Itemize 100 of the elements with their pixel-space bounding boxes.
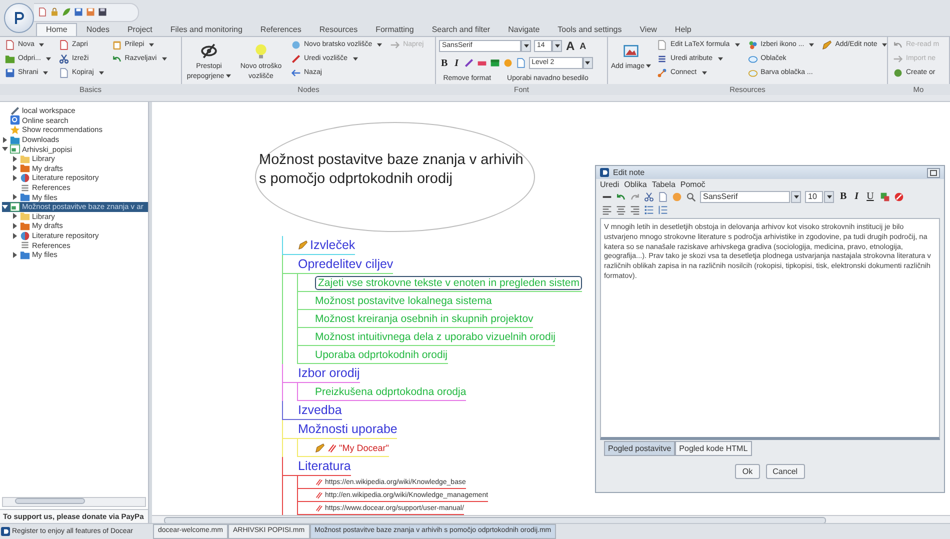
note-text-area[interactable] [600,218,940,440]
editor-tab[interactable]: Pogled kode HTML [675,441,752,456]
collapsed-icon[interactable] [12,165,18,172]
ribbon-tab[interactable]: Nodes [77,24,118,36]
style-button[interactable]: U [864,191,876,202]
size-select[interactable]: 10 [805,190,823,202]
list-icon [657,54,668,64]
cloud-icon [748,68,758,78]
star-icon [10,124,20,135]
dialog-button[interactable]: Ok [735,464,760,479]
collapsed-icon[interactable] [12,174,18,181]
application-button[interactable] [4,3,34,33]
map-node[interactable]: Izvedba [283,401,342,420]
forward-icon [390,40,400,50]
copy-icon[interactable] [658,192,668,202]
search-icon[interactable] [686,192,696,202]
map-node[interactable]: Opredelitev ciljev [283,255,394,274]
pen-icon [10,106,20,116]
dropdown-button[interactable] [582,57,593,69]
scissors-icon[interactable] [644,192,654,202]
font-select[interactable]: SansSerif [700,190,790,202]
numbered-list-icon[interactable] [658,204,668,214]
document-icon[interactable] [38,7,47,18]
link-icon [327,442,337,452]
scrollbar[interactable] [2,497,146,507]
style-button[interactable]: I [852,191,861,202]
menu-item[interactable]: Uredi [600,180,620,189]
collapsed-icon[interactable] [12,156,18,162]
map-node[interactable]: "My Docear" [297,439,389,457]
root-node[interactable]: Možnost postavitve baze znanja v arhivih s pomočjo odprtokodnih orodij [255,122,535,232]
dropdown-button[interactable] [552,40,562,52]
collapsed-icon[interactable] [12,252,18,258]
map-node[interactable]: Izvleček [283,236,356,255]
dropdown-button[interactable] [824,190,834,202]
maximize-button[interactable] [927,168,940,178]
collapsed-icon[interactable] [12,232,18,239]
maximize-icon [930,170,937,176]
editor-tab[interactable]: Pogled postavitve [604,441,676,456]
caret-icon [826,194,832,198]
dialog-title: Edit note [613,168,645,177]
ribbon-tab[interactable]: Navigate [499,24,549,36]
caret-icon [585,61,590,65]
list-icon [20,240,30,250]
pencil-icon [291,54,301,64]
dropdown-button[interactable] [791,190,801,202]
ribbon-tab[interactable]: Tools and settings [548,24,631,36]
ribbon-tab[interactable]: Project [118,24,162,36]
ribbon-tab[interactable]: Resources [310,24,367,36]
ribbon-tab[interactable]: Formatting [366,24,423,36]
app-icon [600,168,609,177]
bullet-list-icon[interactable] [644,204,654,214]
ribbon-tab[interactable]: Search and filter [422,24,500,36]
collapsed-icon[interactable] [12,222,18,229]
align-left-icon[interactable] [602,204,612,214]
collapsed-icon[interactable] [12,213,18,220]
ribbon-tab[interactable]: Help [666,24,700,36]
color-icon[interactable] [490,58,500,68]
text-color-icon[interactable] [880,192,890,202]
ribbon-tab[interactable]: View [630,24,666,36]
style-button[interactable]: B [439,58,450,68]
collapsed-icon[interactable] [12,194,18,200]
collapsed-icon[interactable] [2,136,8,143]
ribbon-tab[interactable]: Home [36,23,78,36]
leaf-icon[interactable] [62,7,71,18]
style-button[interactable]: B [838,191,849,202]
scrollbar[interactable] [152,515,950,523]
save-icon[interactable] [74,7,83,18]
no-entry-icon[interactable] [894,192,904,202]
ribbon-tab[interactable]: References [251,24,310,36]
font-size-button[interactable]: A [578,41,588,51]
folder-icon [20,192,30,202]
palette-icon [748,40,758,50]
dialog-button[interactable]: Cancel [766,464,805,479]
lock-icon[interactable] [50,7,59,18]
scrollbar-thumb[interactable] [164,517,826,523]
app-icon [1,527,10,536]
align-center-icon[interactable] [616,204,626,214]
save-icon [5,68,15,78]
bulb-icon [253,43,269,59]
style-button[interactable]: I [452,58,461,68]
align-right-icon[interactable] [630,204,640,214]
map-node[interactable]: Možnosti uporabe [283,420,398,439]
menu-item[interactable]: Tabela [652,180,676,189]
ribbon-tab[interactable]: Files and monitoring [161,24,252,36]
map-node[interactable]: Literatura [283,457,351,476]
menu-item[interactable]: Pomoč [680,180,706,189]
expanded-icon[interactable] [2,204,8,210]
node-icon [291,40,301,50]
pencil-icon[interactable] [464,58,474,68]
list-icon [20,182,30,193]
note-icon [822,40,832,50]
expanded-icon[interactable] [2,146,8,152]
scrollbar-thumb[interactable] [15,498,85,504]
undo-icon[interactable] [616,192,626,202]
dropdown-button[interactable] [521,40,531,52]
document-icon[interactable] [516,58,526,68]
map-node[interactable]: Izbor orodij [283,364,360,383]
link-icon [315,491,323,499]
menu-item[interactable]: Oblika [624,180,647,189]
font-size-button[interactable]: A [565,39,576,53]
